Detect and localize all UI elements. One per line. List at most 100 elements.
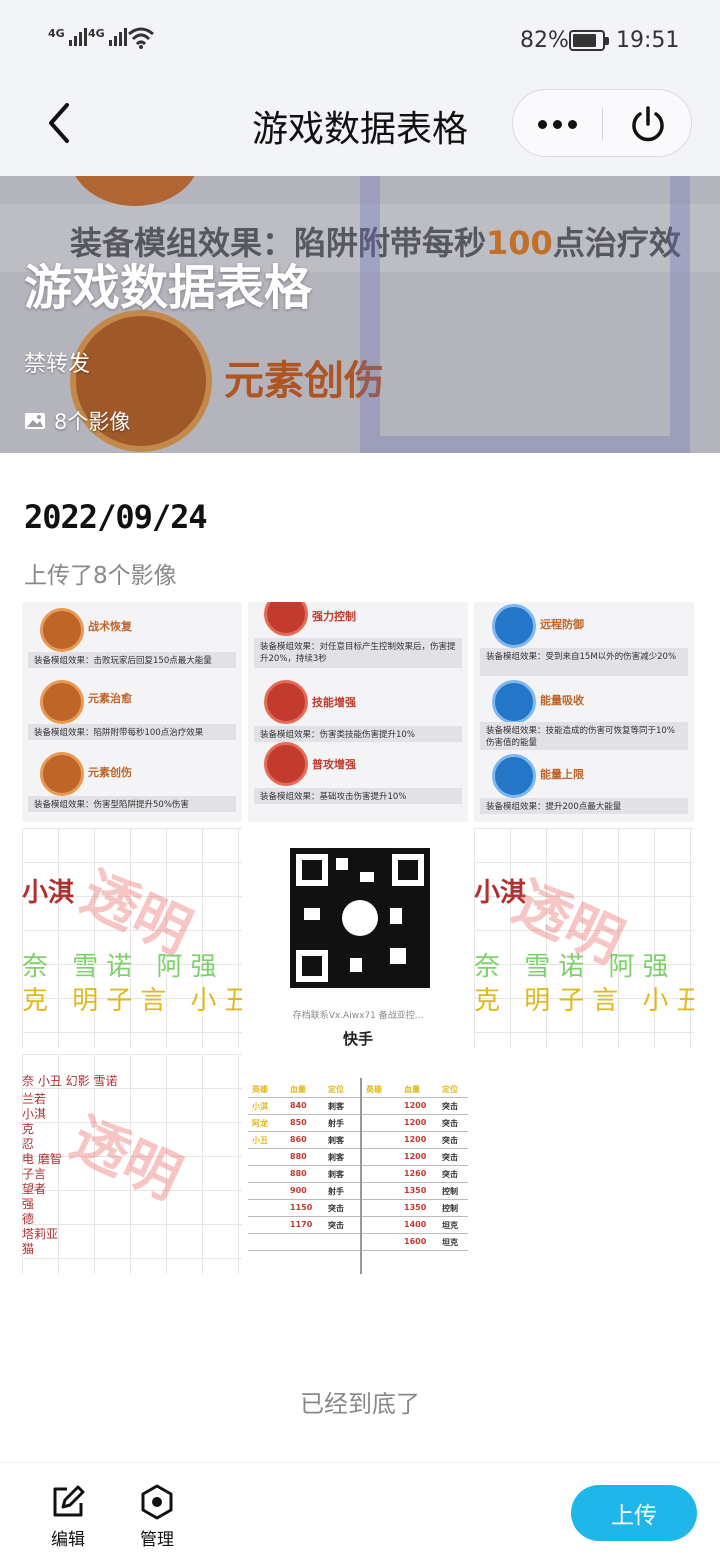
hero-stats-table: 英雄 血量 定位 英雄 血量 定位 小淇 840 刺客 1200 突击 阿龙 850 射手 1200 突击 小丑… — [248, 1054, 468, 1274]
table-cell: 900 — [290, 1186, 307, 1195]
table-cell: 1150 — [290, 1203, 313, 1212]
table-cell: 1350 — [404, 1203, 427, 1212]
image-icon — [25, 413, 45, 429]
table-row: 900 射手 1350 控制 — [248, 1184, 468, 1200]
table-cell: 860 — [290, 1135, 307, 1144]
module-name: 强力控制 — [312, 610, 356, 623]
table-row: 1170 突击 1400 坦克 — [248, 1218, 468, 1234]
thumb-text: 小淇 — [22, 878, 75, 908]
image-thumbnail[interactable]: 小淇 奈 雪诺 阿强 克 明子言 小丑 透明 — [474, 828, 694, 1048]
table-cell: 突击 — [442, 1136, 458, 1145]
table-cell: 刺客 — [328, 1136, 344, 1145]
bottom-toolbar: 编辑 管理 上传 — [0, 1462, 720, 1560]
thumb-text-row: 强 — [22, 1197, 35, 1211]
table-cell: 阿龙 — [252, 1119, 268, 1128]
thumb-text-row: 克 — [22, 1122, 35, 1136]
thumb-text-row: 德 — [22, 1212, 35, 1226]
image-thumbnail[interactable]: 远程防御 装备模组效果：受到来自15M以外的伤害减少20% 能量吸收 装备模组效… — [474, 602, 694, 822]
network-type-label: 4G — [48, 27, 65, 40]
more-button[interactable] — [513, 90, 602, 158]
thumb-text-row: 小淇 — [22, 1107, 47, 1121]
module-desc: 装备模组效果：对任意目标产生控制效果后，伤害提升20%，持续3秒 — [254, 638, 462, 668]
table-cell: 刺客 — [328, 1153, 344, 1162]
image-thumbnail[interactable]: 强力控制 装备模组效果：对任意目标产生控制效果后，伤害提升20%，持续3秒 技能… — [248, 602, 468, 822]
edit-icon — [53, 1485, 85, 1517]
table-cell: 刺客 — [328, 1102, 344, 1111]
close-app-button[interactable] — [603, 90, 693, 158]
network-type-label: 4G — [88, 27, 105, 40]
thumb-text-row: 塔莉亚 — [22, 1227, 59, 1241]
image-thumbnail[interactable]: 英雄 血量 定位 英雄 血量 定位 小淇 840 刺客 1200 突击 阿龙 850 射手 1200 突击 小丑… — [248, 1054, 468, 1274]
table-cell: 射手 — [328, 1119, 344, 1128]
battery-icon — [569, 30, 609, 51]
module-desc: 装备模组效果：伤害型陷阱提升50%伤害 — [28, 796, 236, 812]
image-thumbnail[interactable]: 奈 小丑 幻影 雪诺 兰若 小淇克忍电 磨智 子言 望者强德塔莉亚猫 透明 — [22, 1054, 242, 1274]
module-name: 战术恢复 — [88, 620, 132, 633]
table-cell: 840 — [290, 1101, 307, 1110]
manage-label: 管理 — [140, 1530, 174, 1550]
table-cell: 880 — [290, 1169, 307, 1178]
thumb-text-list: 兰若 小淇克忍电 磨智 子言 望者强德塔莉亚猫 — [22, 1092, 62, 1257]
status-bar: 4G 4G 82% 19:51 — [0, 0, 720, 82]
thumb-text-row: 电 磨智 — [22, 1152, 62, 1166]
table-cell: 突击 — [442, 1102, 458, 1111]
thumb-text-row: 猫 — [22, 1242, 35, 1256]
table-cell: 1260 — [404, 1169, 427, 1178]
table-cell: 880 — [290, 1152, 307, 1161]
table-cell: 突击 — [328, 1221, 344, 1230]
kuaishou-logo: 快手 — [342, 1030, 373, 1048]
table-cell: 定位 — [328, 1085, 344, 1094]
table-cell: 英雄 — [252, 1085, 268, 1094]
table-cell: 刺客 — [328, 1170, 344, 1179]
edit-button[interactable]: 编辑 — [36, 1483, 100, 1550]
table-cell: 坦克 — [442, 1238, 458, 1247]
module-icon — [264, 742, 308, 786]
table-cell: 1200 — [404, 1152, 427, 1161]
module-desc: 装备模组效果：技能造成的伤害可恢复等同于10%伤害值的能量 — [480, 722, 688, 750]
table-row: 1600 坦克 — [248, 1235, 468, 1251]
table-cell: 射手 — [328, 1187, 344, 1196]
power-icon — [632, 106, 664, 142]
table-row: 阿龙 850 射手 1200 突击 — [248, 1116, 468, 1132]
module-name: 普攻增强 — [312, 758, 356, 771]
upload-description: 上传了8个影像 — [24, 563, 177, 589]
table-cell: 1400 — [404, 1220, 427, 1229]
module-icon — [492, 604, 536, 648]
module-icon — [40, 608, 84, 652]
upload-date: 2022/09/24 — [24, 498, 208, 536]
image-thumbnail[interactable]: 小淇 奈 雪诺 阿强 克 明子言 小丑 透明 — [22, 828, 242, 1048]
album-cover-banner[interactable]: 装备模组效果：陷阱附带每秒100点治疗效 元素创伤 游戏数据表格 禁转发 8个影… — [0, 176, 720, 453]
image-thumbnail[interactable]: 存档联系Vx.Aiwx71 备战亚控... 快手 — [248, 828, 468, 1048]
table-row: 小丑 860 刺客 1200 突击 — [248, 1133, 468, 1149]
more-dots-icon — [538, 119, 547, 129]
thumb-text: 奈 小丑 幻影 雪诺 — [22, 1074, 118, 1088]
table-row: 1150 突击 1350 控制 — [248, 1201, 468, 1217]
album-subtitle: 禁转发 — [24, 352, 91, 377]
image-count-label: 8个影像 — [54, 410, 131, 434]
module-desc: 装备模组效果：提升200点最大能量 — [480, 798, 688, 814]
module-name: 元素治愈 — [88, 692, 132, 705]
table-divider — [360, 1078, 362, 1274]
nav-bar: 游戏数据表格 — [0, 82, 720, 176]
thumb-text-row: 兰若 — [22, 1092, 47, 1106]
table-cell: 1170 — [290, 1220, 313, 1229]
image-thumbnail[interactable]: 战术恢复 装备模组效果：击败玩家后回复150点最大能量 元素治愈 装备模组效果：… — [22, 602, 242, 822]
thumb-text: 克 明子言 小丑 — [474, 986, 694, 1016]
thumb-caption: 存档联系Vx.Aiwx71 备战亚控... — [292, 1011, 424, 1021]
table-cell: 小淇 — [252, 1102, 268, 1111]
table-cell: 1600 — [404, 1237, 427, 1246]
module-desc: 装备模组效果：陷阱附带每秒100点治疗效果 — [28, 724, 236, 740]
manage-button[interactable]: 管理 — [125, 1483, 189, 1550]
wifi-icon — [128, 27, 154, 49]
table-cell: 坦克 — [442, 1221, 458, 1230]
module-icon — [264, 602, 308, 636]
thumb-text-row: 望者 — [22, 1182, 47, 1196]
module-desc: 装备模组效果：伤害类技能伤害提升10% — [254, 726, 462, 742]
module-icon — [264, 680, 308, 724]
module-desc: 装备模组效果：基础攻击伤害提升10% — [254, 788, 462, 804]
hexagon-settings-icon — [141, 1484, 173, 1520]
qr-code — [290, 848, 430, 988]
table-cell: 控制 — [442, 1204, 458, 1213]
table-cell: 850 — [290, 1118, 307, 1127]
upload-button[interactable]: 上传 — [571, 1485, 697, 1541]
